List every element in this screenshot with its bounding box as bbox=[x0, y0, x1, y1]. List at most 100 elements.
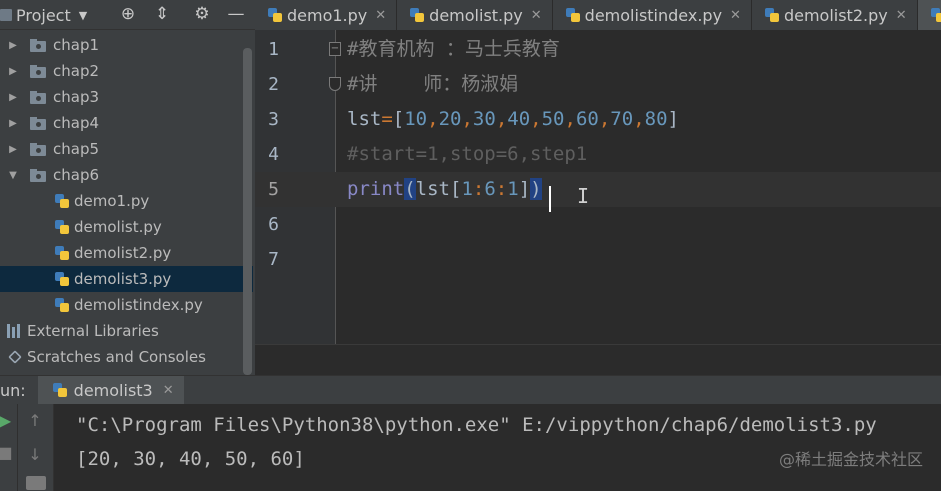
tree-folder-chap2[interactable]: ▶ chap2 bbox=[0, 58, 253, 84]
chevron-right-icon[interactable]: ▶ bbox=[8, 40, 18, 51]
close-icon[interactable]: ✕ bbox=[730, 8, 741, 23]
arrow-down-icon[interactable]: ↓ bbox=[26, 446, 44, 464]
code-editor[interactable]: 1 − #教育机构 ：马士兵教育 2 #讲 师：杨淑娟 3 lst=[10,20… bbox=[255, 30, 941, 375]
tree-folder-chap5[interactable]: ▶ chap5 bbox=[0, 136, 253, 162]
tree-file-demolist3[interactable]: demolist3.py bbox=[0, 266, 253, 292]
tab-demo1[interactable]: demo1.py ✕ bbox=[255, 0, 398, 30]
chevron-right-icon[interactable]: ▶ bbox=[8, 118, 18, 129]
locate-icon[interactable]: ⊕ bbox=[118, 4, 138, 24]
folder-label: chap6 bbox=[53, 166, 100, 184]
ibeam-cursor-icon: I bbox=[577, 184, 590, 208]
line-number: 2 bbox=[268, 74, 279, 95]
tree-external-libraries[interactable]: External Libraries bbox=[0, 318, 253, 344]
gear-icon[interactable]: ⚙ bbox=[192, 4, 212, 24]
library-icon bbox=[7, 324, 23, 338]
code-line-5: 5 print(lst[1:6:1]) bbox=[255, 172, 941, 207]
tree-folder-chap3[interactable]: ▶ chap3 bbox=[0, 84, 253, 110]
python-file-icon bbox=[54, 245, 70, 261]
scratch-icon bbox=[7, 350, 23, 364]
run-tab-demolist3[interactable]: demolist3 ✕ bbox=[37, 375, 184, 405]
folder-label: chap5 bbox=[53, 140, 100, 158]
python-file-icon bbox=[409, 7, 425, 23]
project-tree: ▶ chap1 ▶ chap2 ▶ chap3 ▶ chap4 ▶ chap5 … bbox=[0, 30, 255, 375]
run-label: un: bbox=[0, 380, 26, 400]
code-text: #start=1,stop=6,step1 bbox=[347, 143, 588, 165]
folder-label: chap3 bbox=[53, 88, 100, 106]
tree-file-demolistindex[interactable]: demolistindex.py bbox=[0, 292, 253, 318]
tab-label: demolist2.py bbox=[783, 5, 888, 25]
code-line-6: 6 bbox=[255, 207, 941, 242]
tree-file-demolist2[interactable]: demolist2.py bbox=[0, 240, 253, 266]
tree-label: External Libraries bbox=[27, 322, 159, 340]
python-file-icon bbox=[930, 7, 941, 23]
folder-icon bbox=[30, 116, 46, 130]
fold-end-icon[interactable] bbox=[329, 77, 341, 91]
tree-file-demo1[interactable]: demo1.py bbox=[0, 188, 253, 214]
code-text: #讲 师：杨淑娟 bbox=[347, 73, 519, 95]
python-file-icon bbox=[54, 297, 70, 313]
stop-icon[interactable]: ■ bbox=[0, 444, 14, 462]
folder-icon bbox=[30, 90, 46, 104]
python-file-icon bbox=[54, 271, 70, 287]
chevron-down-icon[interactable]: ▼ bbox=[8, 170, 18, 181]
line-number: 3 bbox=[268, 109, 279, 130]
chevron-right-icon[interactable]: ▶ bbox=[8, 92, 18, 103]
tab-label: demo1.py bbox=[287, 5, 368, 25]
tab-demolist2[interactable]: demolist2.py ✕ bbox=[751, 0, 918, 30]
code-line-1: 1 − #教育机构 ：马士兵教育 bbox=[255, 32, 941, 67]
chevron-right-icon[interactable]: ▶ bbox=[8, 144, 18, 155]
folder-label: chap1 bbox=[53, 36, 100, 54]
run-tab-label: demolist3 bbox=[73, 380, 153, 400]
close-icon[interactable]: ✕ bbox=[531, 8, 542, 23]
python-file-icon bbox=[54, 219, 70, 235]
wrap-icon[interactable] bbox=[26, 476, 46, 490]
close-icon[interactable]: ✕ bbox=[375, 8, 386, 23]
code-line-2: 2 #讲 师：杨淑娟 bbox=[255, 67, 941, 102]
rerun-icon[interactable]: ▶ bbox=[0, 412, 14, 430]
tab-label: demolistindex.py bbox=[584, 5, 723, 25]
code-line-3: 3 lst=[10,20,30,40,50,60,70,80] bbox=[255, 102, 941, 137]
python-file-icon bbox=[52, 382, 68, 398]
project-icon bbox=[0, 9, 12, 21]
chevron-right-icon[interactable]: ▶ bbox=[8, 66, 18, 77]
chevron-down-icon[interactable]: ▼ bbox=[79, 9, 87, 22]
tree-folder-chap1[interactable]: ▶ chap1 bbox=[0, 32, 253, 58]
sidebar-scrollbar[interactable] bbox=[243, 48, 252, 375]
folder-label: chap4 bbox=[53, 114, 100, 132]
code-line-7: 7 bbox=[255, 242, 941, 277]
line-number: 1 bbox=[268, 39, 279, 60]
tree-label: Scratches and Consoles bbox=[27, 348, 206, 366]
project-panel-header: Project ▼ ⊕ ⇕ ⚙ — bbox=[0, 0, 255, 30]
line-number: 4 bbox=[268, 144, 279, 165]
editor-breadcrumb-bar bbox=[255, 344, 941, 375]
tree-folder-chap6[interactable]: ▼ chap6 bbox=[0, 162, 253, 188]
line-number: 5 bbox=[268, 179, 279, 200]
fold-icon[interactable]: − bbox=[329, 42, 341, 56]
project-title[interactable]: Project bbox=[16, 6, 71, 25]
folder-label: chap2 bbox=[53, 62, 100, 80]
editor-tabs: demo1.py ✕ demolist.py ✕ demolistindex.p… bbox=[255, 0, 941, 30]
tab-demolist3[interactable]: de bbox=[917, 0, 941, 30]
tab-label: demolist.py bbox=[429, 5, 523, 25]
tree-scratches[interactable]: Scratches and Consoles bbox=[0, 344, 253, 370]
minimize-icon[interactable]: — bbox=[226, 4, 246, 24]
file-label: demolist.py bbox=[74, 218, 162, 236]
watermark: @稀土掘金技术社区 bbox=[778, 450, 923, 469]
collapse-icon[interactable]: ⇕ bbox=[152, 4, 172, 24]
python-file-icon bbox=[565, 7, 581, 23]
tab-demolist[interactable]: demolist.py ✕ bbox=[397, 0, 553, 30]
tab-demolistindex[interactable]: demolistindex.py ✕ bbox=[552, 0, 752, 30]
line-number: 6 bbox=[268, 214, 279, 235]
close-icon[interactable]: ✕ bbox=[163, 383, 174, 398]
console-output-line: [20, 30, 40, 50, 60] bbox=[76, 448, 305, 470]
run-panel-header: un: demolist3 ✕ bbox=[0, 375, 941, 405]
run-toolbar: ▶ ■ ↑ ↓ bbox=[0, 404, 54, 491]
folder-icon bbox=[30, 38, 46, 52]
folder-icon bbox=[30, 142, 46, 156]
tree-folder-chap4[interactable]: ▶ chap4 bbox=[0, 110, 253, 136]
file-label: demolist2.py bbox=[74, 244, 172, 262]
arrow-up-icon[interactable]: ↑ bbox=[26, 412, 44, 430]
tree-file-demolist[interactable]: demolist.py bbox=[0, 214, 253, 240]
code-text: lst=[10,20,30,40,50,60,70,80] bbox=[347, 108, 679, 130]
close-icon[interactable]: ✕ bbox=[896, 8, 907, 23]
